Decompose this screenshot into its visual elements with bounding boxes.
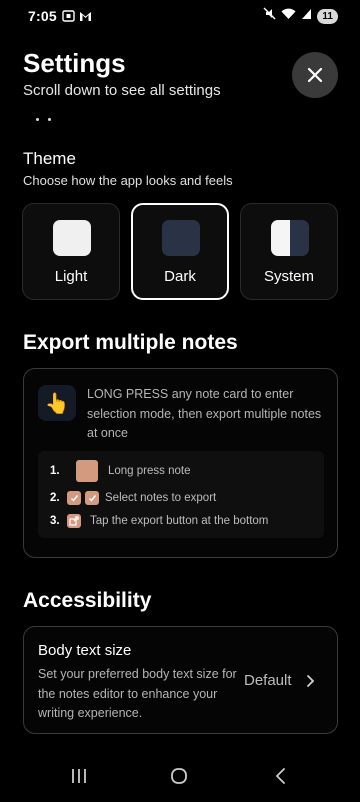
export-title: Export multiple notes — [23, 331, 238, 354]
checkbox-checked-icon — [67, 491, 81, 505]
recents-icon[interactable] — [70, 767, 88, 790]
page-subtitle: Scroll down to see all settings — [23, 82, 221, 99]
export-step-1: 1. Long press note — [50, 460, 190, 482]
body-text-size-value: Default — [244, 672, 292, 689]
theme-option-system[interactable]: System — [240, 203, 338, 300]
status-bar: 7:05 11 — [0, 0, 360, 32]
body-text-size-title: Body text size — [38, 642, 132, 659]
battery-badge: 11 — [317, 8, 338, 24]
body-text-size-setting[interactable]: Body text size Set your preferred body t… — [23, 626, 338, 734]
close-button[interactable] — [292, 52, 338, 98]
pointing-hand-icon: 👆 — [38, 385, 76, 421]
screenshot-icon — [62, 9, 75, 22]
scroll-dots — [36, 118, 51, 121]
checkbox-checked-icon — [85, 491, 99, 505]
mute-icon — [263, 7, 276, 25]
light-swatch — [53, 220, 91, 256]
settings-screen: 7:05 11 Settings Scroll down to see all … — [0, 0, 360, 802]
back-icon[interactable] — [274, 767, 288, 790]
home-icon[interactable] — [170, 767, 188, 790]
theme-option-light[interactable]: Light — [22, 203, 120, 300]
signal-icon — [301, 7, 312, 25]
export-icon — [67, 514, 81, 528]
note-card-icon — [76, 460, 98, 482]
theme-option-dark[interactable]: Dark — [131, 203, 229, 300]
dark-swatch — [162, 220, 200, 256]
theme-title: Theme — [23, 149, 76, 168]
system-nav-bar — [0, 755, 360, 802]
theme-option-label: Dark — [164, 268, 196, 285]
system-swatch — [271, 220, 309, 256]
export-step-2: 2. Select notes to export — [50, 491, 217, 505]
export-info-card: 👆 LONG PRESS any note card to enter sele… — [23, 368, 338, 558]
export-description: LONG PRESS any note card to enter select… — [87, 387, 322, 440]
export-steps: 1. Long press note 2. Select notes to ex… — [38, 451, 324, 538]
gmail-icon — [79, 9, 92, 21]
close-icon — [307, 67, 323, 83]
theme-option-label: Light — [54, 268, 88, 285]
accessibility-title: Accessibility — [23, 589, 152, 612]
page-title: Settings — [23, 48, 126, 78]
wifi-icon — [281, 7, 296, 25]
body-text-size-description: Set your preferred body text size for th… — [38, 667, 237, 720]
status-time: 7:05 — [28, 8, 57, 24]
theme-option-label: System — [263, 268, 314, 285]
export-step-3: 3. Tap the export button at the bottom — [50, 514, 269, 528]
theme-options: Light Dark System — [22, 203, 338, 300]
chevron-right-icon — [306, 674, 315, 693]
theme-subtitle: Choose how the app looks and feels — [23, 173, 233, 188]
